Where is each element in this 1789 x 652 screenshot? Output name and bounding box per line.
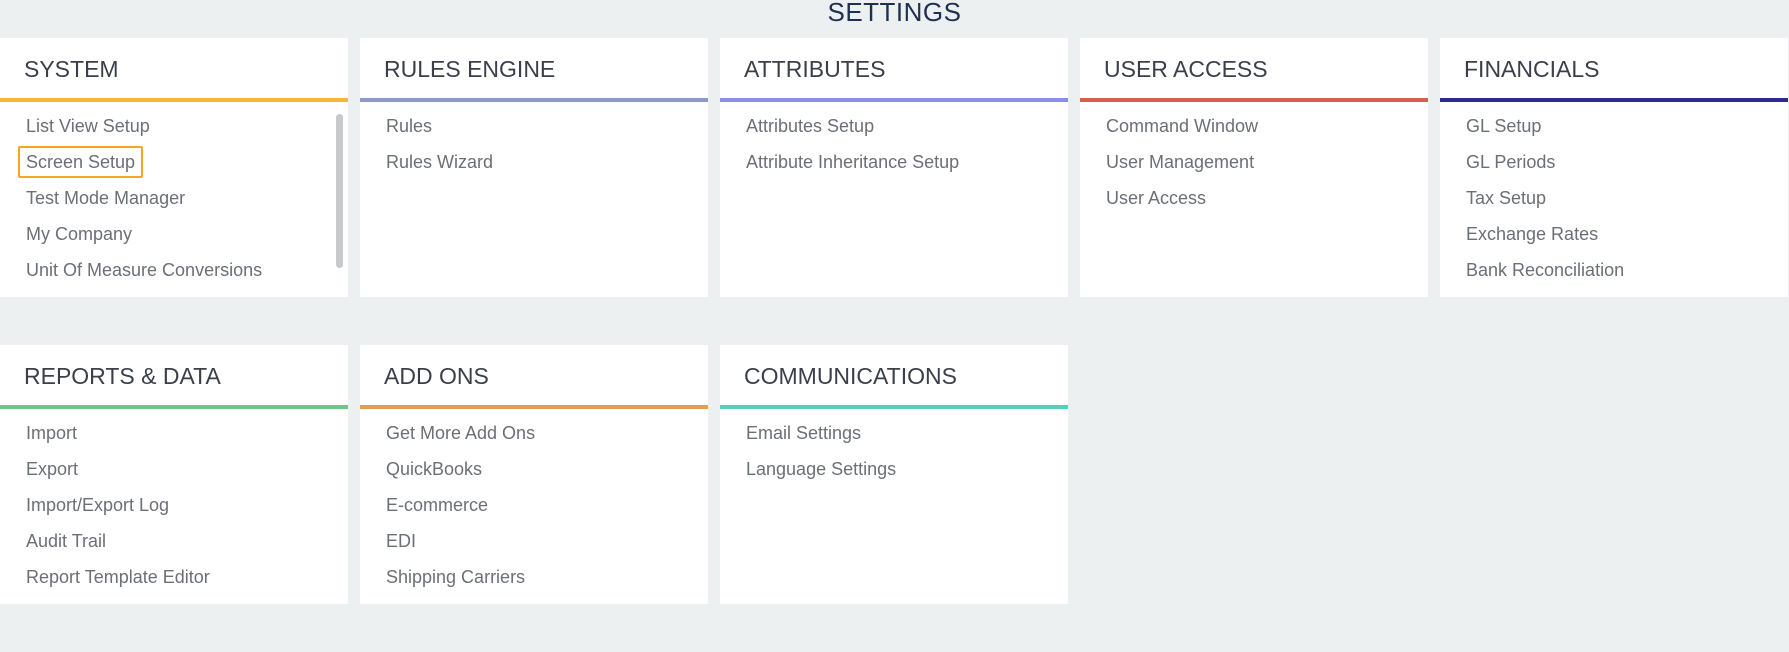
section-item-label: Command Window bbox=[1106, 116, 1259, 136]
scrollbar[interactable] bbox=[336, 114, 343, 268]
section-header: FINANCIALS bbox=[1440, 38, 1788, 102]
section-item[interactable]: User Access bbox=[1080, 180, 1428, 216]
section-item[interactable]: User Management bbox=[1080, 144, 1428, 180]
section-item-label: Tax Setup bbox=[1466, 188, 1547, 208]
section-card-communications: COMMUNICATIONS Email Settings Language Se… bbox=[720, 345, 1068, 604]
section-card-add-ons: ADD ONS Get More Add Ons QuickBooks E-comm… bbox=[360, 345, 708, 604]
section-item[interactable]: Command Window bbox=[1080, 108, 1428, 144]
section-item-list: Email Settings Language Settings bbox=[720, 409, 1068, 487]
section-item[interactable]: My Company bbox=[0, 216, 348, 252]
section-title: FINANCIALS bbox=[1464, 56, 1600, 82]
section-title: COMMUNICATIONS bbox=[744, 363, 957, 389]
section-item-label: Rules Wizard bbox=[386, 152, 494, 172]
settings-row-1: SYSTEM List View Setup Screen Setup Test M… bbox=[0, 38, 1789, 297]
section-item-list: Attributes Setup Attribute Inheritance Se… bbox=[720, 102, 1068, 180]
section-item[interactable]: Test Mode Manager bbox=[0, 180, 348, 216]
section-item-list: Import Export Import/Export Log Audit Trail… bbox=[0, 409, 348, 595]
section-item-label: Bank Reconciliation bbox=[1466, 260, 1625, 280]
section-item[interactable]: Import bbox=[0, 415, 348, 451]
section-card-reports-data: REPORTS & DATA Import Export Import/Export… bbox=[0, 345, 348, 604]
section-item[interactable]: Rules Wizard bbox=[360, 144, 708, 180]
section-item-label: User Access bbox=[1106, 188, 1207, 208]
section-item[interactable]: Import/Export Log bbox=[0, 487, 348, 523]
section-header: REPORTS & DATA bbox=[0, 345, 348, 409]
section-item[interactable]: Email Settings bbox=[720, 415, 1068, 451]
section-item-label: Attributes Setup bbox=[746, 116, 875, 136]
settings-grid: SYSTEM List View Setup Screen Setup Test M… bbox=[0, 38, 1789, 652]
section-item-list: Rules Rules Wizard bbox=[360, 102, 708, 180]
section-title: RULES ENGINE bbox=[384, 56, 556, 82]
page-title: SETTINGS bbox=[827, 0, 962, 27]
section-item-label: List View Setup bbox=[26, 116, 150, 136]
section-card-system: SYSTEM List View Setup Screen Setup Test M… bbox=[0, 38, 348, 297]
section-header: USER ACCESS bbox=[1080, 38, 1428, 102]
section-item[interactable]: Exchange Rates bbox=[1440, 216, 1788, 252]
section-item-label: Screen Setup bbox=[18, 146, 144, 178]
section-item-label: Test Mode Manager bbox=[26, 188, 186, 208]
section-item[interactable]: Unit Of Measure Conversions bbox=[0, 252, 348, 288]
section-title: USER ACCESS bbox=[1104, 56, 1268, 82]
section-item[interactable]: Bank Reconciliation bbox=[1440, 252, 1788, 288]
section-item[interactable]: Screen Setup bbox=[0, 144, 348, 180]
section-item-label: QuickBooks bbox=[386, 459, 483, 479]
section-item-list: List View Setup Screen Setup Test Mode Man… bbox=[0, 102, 348, 288]
section-title: REPORTS & DATA bbox=[24, 363, 221, 389]
section-item-list: Get More Add Ons QuickBooks E-commerce EDI S… bbox=[360, 409, 708, 595]
section-item[interactable]: Attribute Inheritance Setup bbox=[720, 144, 1068, 180]
section-item[interactable]: Tax Setup bbox=[1440, 180, 1788, 216]
section-item-label: Import bbox=[26, 423, 78, 443]
section-item[interactable]: E-commerce bbox=[360, 487, 708, 523]
section-card-user-access: USER ACCESS Command Window User Managemen… bbox=[1080, 38, 1428, 297]
section-item[interactable]: Report Template Editor bbox=[0, 559, 348, 595]
section-item-label: Get More Add Ons bbox=[386, 423, 536, 443]
section-card-rules-engine: RULES ENGINE Rules Rules Wizard bbox=[360, 38, 708, 297]
section-item-label: Email Settings bbox=[746, 423, 862, 443]
section-item[interactable]: Language Settings bbox=[720, 451, 1068, 487]
section-item-label: GL Setup bbox=[1466, 116, 1542, 136]
section-item[interactable]: Rules bbox=[360, 108, 708, 144]
section-item-label: Import/Export Log bbox=[26, 495, 170, 515]
section-item-label: User Management bbox=[1106, 152, 1255, 172]
section-item-label: My Company bbox=[26, 224, 133, 244]
section-item-label: Unit Of Measure Conversions bbox=[26, 260, 263, 280]
section-item-list: Command Window User Management User Access bbox=[1080, 102, 1428, 216]
section-header: SYSTEM bbox=[0, 38, 348, 102]
section-item-list: GL Setup GL Periods Tax Setup Exchange Rate… bbox=[1440, 102, 1788, 288]
section-item-label: Exchange Rates bbox=[1466, 224, 1599, 244]
section-item-label: Shipping Carriers bbox=[386, 567, 526, 587]
section-item-label: Language Settings bbox=[746, 459, 897, 479]
section-item[interactable]: QuickBooks bbox=[360, 451, 708, 487]
section-item-label: EDI bbox=[386, 531, 417, 551]
section-header: ADD ONS bbox=[360, 345, 708, 409]
section-item[interactable]: Shipping Carriers bbox=[360, 559, 708, 595]
section-item[interactable]: GL Setup bbox=[1440, 108, 1788, 144]
section-item[interactable]: Export bbox=[0, 451, 348, 487]
section-item[interactable]: Attributes Setup bbox=[720, 108, 1068, 144]
section-item-label: Audit Trail bbox=[26, 531, 107, 551]
section-header: COMMUNICATIONS bbox=[720, 345, 1068, 409]
section-item[interactable]: List View Setup bbox=[0, 108, 348, 144]
section-item[interactable]: GL Periods bbox=[1440, 144, 1788, 180]
section-item[interactable]: Audit Trail bbox=[0, 523, 348, 559]
section-item-label: Attribute Inheritance Setup bbox=[746, 152, 960, 172]
section-title: SYSTEM bbox=[24, 56, 119, 82]
section-item-label: GL Periods bbox=[1466, 152, 1556, 172]
section-card-financials: FINANCIALS GL Setup GL Periods Tax Setup Ex… bbox=[1440, 38, 1788, 297]
section-title: ADD ONS bbox=[384, 363, 489, 389]
section-item[interactable]: EDI bbox=[360, 523, 708, 559]
section-item-label: Rules bbox=[386, 116, 433, 136]
section-item-label: Export bbox=[26, 459, 79, 479]
section-title: ATTRIBUTES bbox=[744, 56, 886, 82]
section-card-attributes: ATTRIBUTES Attributes Setup Attribute Inh… bbox=[720, 38, 1068, 297]
section-header: RULES ENGINE bbox=[360, 38, 708, 102]
section-header: ATTRIBUTES bbox=[720, 38, 1068, 102]
settings-row-2: REPORTS & DATA Import Export Import/Export… bbox=[0, 345, 1789, 604]
section-item-label: E-commerce bbox=[386, 495, 489, 515]
section-item[interactable]: Get More Add Ons bbox=[360, 415, 708, 451]
section-item-label: Report Template Editor bbox=[26, 567, 210, 587]
